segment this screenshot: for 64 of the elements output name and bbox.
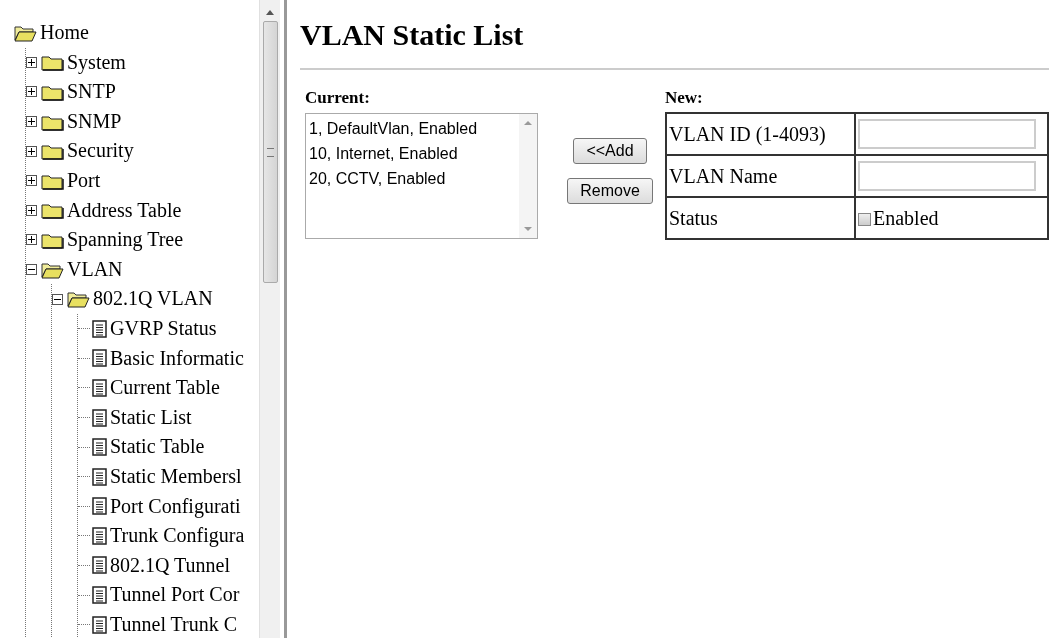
tree-item[interactable]: 802.1Q Tunnel (110, 550, 231, 581)
tree-item[interactable]: Tunnel Trunk C (110, 609, 238, 638)
expand-icon[interactable] (26, 116, 37, 128)
document-icon (92, 497, 107, 516)
tree-item[interactable]: Address Table (67, 195, 182, 226)
expand-icon[interactable] (26, 204, 37, 216)
document-icon (92, 438, 107, 457)
expand-icon[interactable] (26, 145, 37, 157)
tree-item[interactable]: Port Configurati (110, 491, 241, 522)
tree-item[interactable]: Current Table (110, 373, 220, 403)
field-label: VLAN ID (1-4093) (666, 113, 855, 155)
tree-item[interactable]: Basic Informatic (110, 343, 244, 374)
tree-item[interactable]: Static Table (110, 432, 205, 462)
document-icon (92, 319, 107, 338)
document-icon (92, 526, 107, 545)
document-icon (92, 586, 107, 605)
collapse-icon[interactable] (26, 264, 37, 276)
tree-item[interactable]: Home (40, 18, 89, 48)
open-folder-icon (41, 260, 64, 279)
expand-icon[interactable] (26, 56, 37, 68)
field-label: VLAN Name (666, 155, 855, 197)
folder-icon (41, 201, 64, 220)
collapse-icon[interactable] (52, 293, 63, 305)
folder-icon (41, 53, 64, 72)
section-label: Current: (305, 88, 371, 109)
folder-icon (41, 83, 64, 101)
tree-item[interactable]: Spanning Tree (67, 225, 184, 255)
input-field[interactable] (858, 161, 1036, 191)
tree-item[interactable]: Security (67, 136, 134, 166)
document-icon (92, 556, 107, 575)
field-label: Status (666, 197, 855, 239)
list-option[interactable]: 20, CCTV, Enabled (309, 166, 516, 191)
vlan-listbox[interactable]: 1, DefaultVlan, Enabled 10, Internet, Enabled 20, CCTV, Enabled (305, 113, 538, 239)
add-button[interactable]: <<Add (573, 138, 647, 164)
input-field[interactable] (858, 119, 1036, 149)
document-icon (92, 615, 107, 634)
tree-item[interactable]: SNMP (67, 106, 122, 137)
scrollbar[interactable] (259, 0, 280, 638)
expand-icon[interactable] (26, 86, 37, 98)
tree-item[interactable]: Static Membersl (110, 461, 242, 492)
document-icon (92, 408, 107, 427)
checkbox[interactable] (858, 212, 871, 226)
open-folder-icon (67, 290, 90, 309)
tree-item[interactable]: GVRP Status (110, 313, 217, 344)
page-title: VLAN Static List (300, 18, 525, 53)
list-option[interactable]: 1, DefaultVlan, Enabled (309, 116, 516, 141)
document-icon (92, 349, 107, 368)
document-icon (92, 467, 107, 486)
checkbox-label: Enabled (873, 206, 939, 229)
expand-icon[interactable] (26, 234, 37, 246)
tree-item[interactable]: System (67, 47, 126, 78)
tree-item[interactable]: Static List (110, 402, 192, 433)
document-icon (92, 378, 107, 397)
expand-icon[interactable] (26, 175, 37, 187)
tree-item[interactable]: 802.1Q VLAN (93, 284, 213, 314)
folder-icon (41, 142, 64, 161)
tree-item[interactable]: Tunnel Port Cor (110, 580, 240, 610)
tree-item[interactable]: VLAN (67, 254, 123, 285)
tree-item[interactable]: Trunk Configura (110, 521, 245, 551)
tree-item[interactable]: SNTP (67, 77, 116, 107)
section-label: New: (665, 88, 704, 109)
list-option[interactable]: 10, Internet, Enabled (309, 141, 516, 166)
remove-button[interactable]: Remove (567, 178, 653, 204)
tree-item[interactable]: Port (67, 165, 101, 196)
